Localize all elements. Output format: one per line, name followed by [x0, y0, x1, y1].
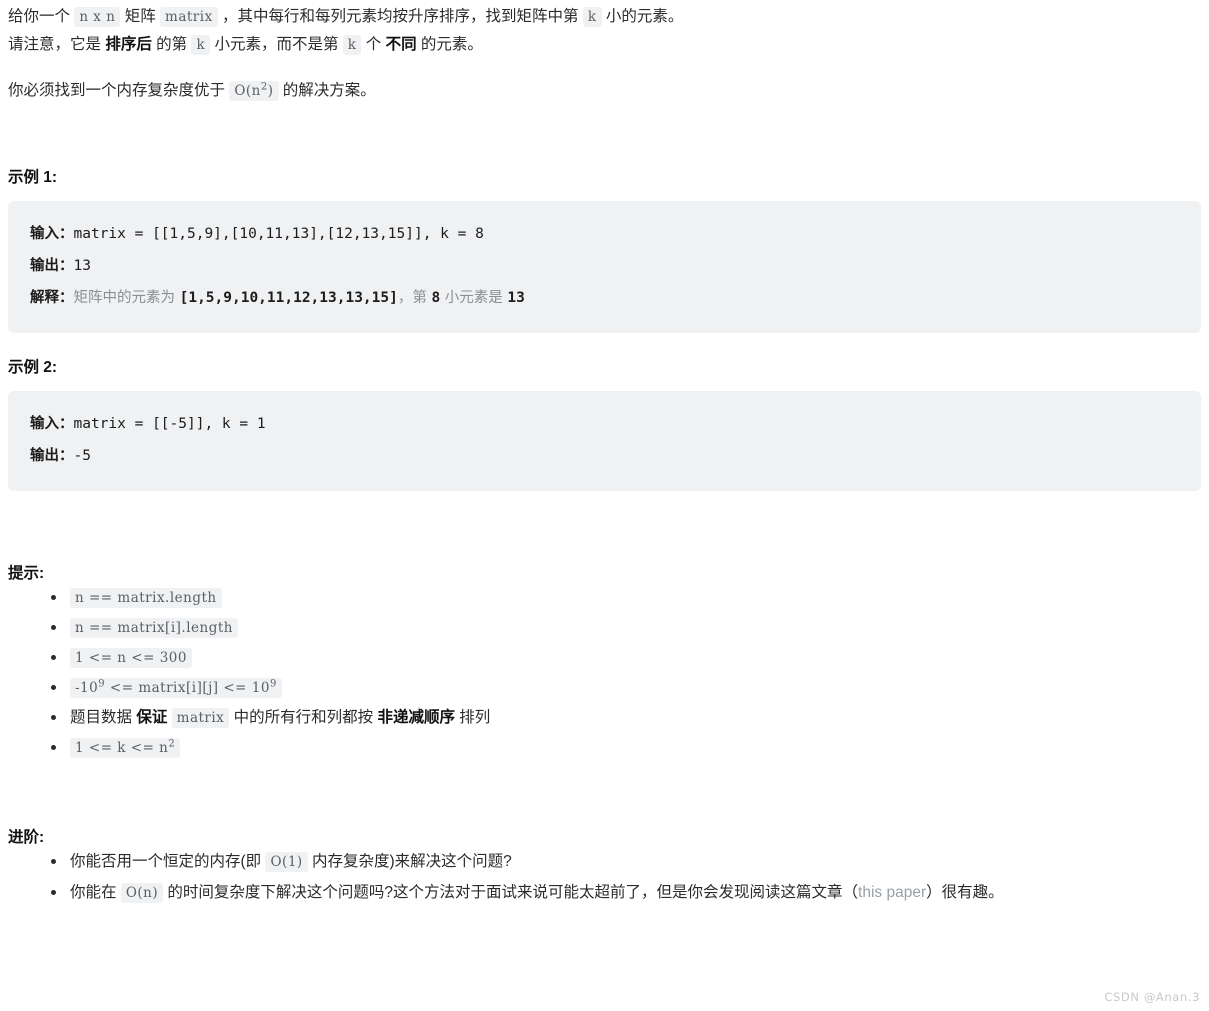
problem-description-page: 给你一个 n x n 矩阵 matrix ，其中每行和每列元素均按升序排序，找到… [0, 0, 1209, 908]
intro-text-2e: 的元素。 [416, 36, 483, 53]
on2-exponent: 2 [260, 81, 268, 93]
intro-text-1d: 小的元素。 [601, 8, 684, 25]
example-1-output-line: 输出：13 [30, 250, 1179, 282]
constraint-code-n-row-length: n == matrix[i].length [70, 618, 238, 638]
explain-code-2: 8 [431, 290, 441, 306]
advanced-text-2b: 的时间复杂度下解决这个问题吗?这个方法对于面试来说可能太超前了，但是你会发现阅读… [163, 884, 859, 901]
inline-code-k-3: k [342, 35, 362, 55]
sorted-text-c: 中的所有行和列都按 [229, 709, 378, 726]
intro-paragraph-1: 给你一个 n x n 矩阵 matrix ，其中每行和每列元素均按升序排序，找到… [8, 0, 1201, 59]
csdn-watermark: CSDN @Anan.3 [1104, 990, 1200, 1004]
input-label: 输入： [30, 225, 74, 242]
list-item: 你能否用一个恒定的内存(即 O(1) 内存复杂度)来解决这个问题? [51, 847, 1201, 877]
intro-bold-distinct: 不同 [385, 36, 417, 53]
value-range-middle: <= matrix[i][j] <= 10 [105, 680, 270, 696]
intro-text-2d: 个 [361, 36, 386, 53]
sorted-text-b [167, 709, 171, 726]
list-item: 1 <= n <= 300 [51, 643, 1201, 673]
example-2-code-block: 输入：matrix = [[-5]], k = 1 输出：-5 [8, 391, 1201, 491]
advanced-list: 你能否用一个恒定的内存(即 O(1) 内存复杂度)来解决这个问题? 你能在 O(… [8, 847, 1201, 908]
list-item: n == matrix.length [51, 583, 1201, 613]
intro-text-3b: 的解决方案。 [278, 82, 376, 99]
inline-code-on: O(n) [120, 883, 164, 903]
this-paper-link[interactable]: this paper [858, 884, 926, 901]
constraint-code-value-range: -109 <= matrix[i][j] <= 109 [70, 678, 282, 698]
on2-close: ) [267, 83, 274, 99]
advanced-text-1a: 你能否用一个恒定的内存(即 [70, 853, 266, 870]
example-1-input-line: 输入：matrix = [[1,5,9],[10,11,13],[12,13,1… [30, 218, 1179, 250]
sorted-text-a: 题目数据 [70, 709, 137, 726]
advanced-text-2c: ）很有趣。 [926, 884, 1004, 901]
explain-text-2: ，第 [397, 290, 432, 306]
input-value: matrix = [[-5]], k = 1 [73, 416, 266, 432]
k-range-prefix: 1 <= k <= n [75, 740, 169, 756]
value-range-prefix: -10 [75, 680, 99, 696]
on2-base: O(n [234, 83, 261, 99]
inline-code-k-2: k [191, 35, 211, 55]
constraint-code-n-range: 1 <= n <= 300 [70, 648, 192, 668]
inline-code-on2: O(n2) [229, 81, 279, 101]
intro-text-1b: 矩阵 [120, 8, 161, 25]
inline-code-k-1: k [582, 7, 602, 27]
explain-text-1: 矩阵中的元素为 [73, 290, 180, 306]
input-value: matrix = [[1,5,9],[10,11,13],[12,13,15]]… [73, 226, 484, 242]
tips-heading: 提示: [8, 565, 45, 582]
explain-code-1: [1,5,9,10,11,12,13,13,15] [179, 290, 398, 306]
list-item: -109 <= matrix[i][j] <= 109 [51, 673, 1201, 703]
k-range-sup: 2 [168, 738, 176, 750]
input-label: 输入： [30, 415, 74, 432]
list-item: n == matrix[i].length [51, 613, 1201, 643]
output-value: 13 [73, 258, 91, 274]
intro-text-2c: 小元素，而不是第 [210, 36, 343, 53]
example-1-code-block: 输入：matrix = [[1,5,9],[10,11,13],[12,13,1… [8, 201, 1201, 333]
sorted-bold-nondecreasing: 非递减顺序 [377, 709, 455, 726]
inline-code-matrix: matrix [160, 7, 218, 27]
example-2-input-line: 输入：matrix = [[-5]], k = 1 [30, 408, 1179, 440]
output-value: -5 [73, 448, 91, 464]
sorted-bold-guarantee: 保证 [136, 709, 168, 726]
intro-text-1a: 给你一个 [8, 8, 75, 25]
inline-code-nxn: n x n [74, 7, 121, 27]
list-item: 1 <= k <= n2 [51, 733, 1201, 763]
sorted-text-d: 排列 [454, 709, 491, 726]
example-1-heading: 示例 1: [8, 169, 58, 186]
advanced-text-1b: 内存复杂度)来解决这个问题? [307, 853, 512, 870]
inline-code-o1: O(1) [265, 852, 308, 872]
example-2-output-line: 输出：-5 [30, 440, 1179, 472]
intro-bold-sorted: 排序后 [105, 36, 152, 53]
intro-text-3a: 你必须找到一个内存复杂度优于 [8, 82, 230, 99]
example-1-explain-line: 解释：矩阵中的元素为 [1,5,9,10,11,12,13,13,15]，第 8… [30, 282, 1179, 314]
inline-code-matrix-tips: matrix [171, 708, 230, 728]
advanced-heading: 进阶: [8, 829, 45, 846]
constraint-code-n-length: n == matrix.length [70, 588, 222, 608]
list-item: 题目数据 保证 matrix 中的所有行和列都按 非递减顺序 排列 [51, 703, 1201, 733]
intro-text-2b: 的第 [151, 36, 192, 53]
output-label: 输出： [30, 257, 74, 274]
explain-code-3: 13 [507, 290, 525, 306]
example-2-heading: 示例 2: [8, 359, 58, 376]
intro-text-2a: 请注意，它是 [8, 36, 106, 53]
output-label: 输出： [30, 447, 74, 464]
value-range-sup-2: 9 [269, 678, 277, 690]
explain-text-3: 小元素是 [440, 290, 508, 306]
constraint-code-k-range: 1 <= k <= n2 [70, 738, 181, 758]
explain-label: 解释： [30, 289, 74, 306]
tips-list: n == matrix.length n == matrix[i].length… [8, 583, 1201, 763]
list-item: 你能在 O(n) 的时间复杂度下解决这个问题吗?这个方法对于面试来说可能太超前了… [51, 878, 1201, 908]
intro-paragraph-2: 你必须找到一个内存复杂度优于 O(n2) 的解决方案。 [8, 77, 1201, 105]
intro-text-1c: ，其中每行和每列元素均按升序排序，找到矩阵中第 [217, 8, 583, 25]
advanced-text-2a: 你能在 [70, 884, 121, 901]
